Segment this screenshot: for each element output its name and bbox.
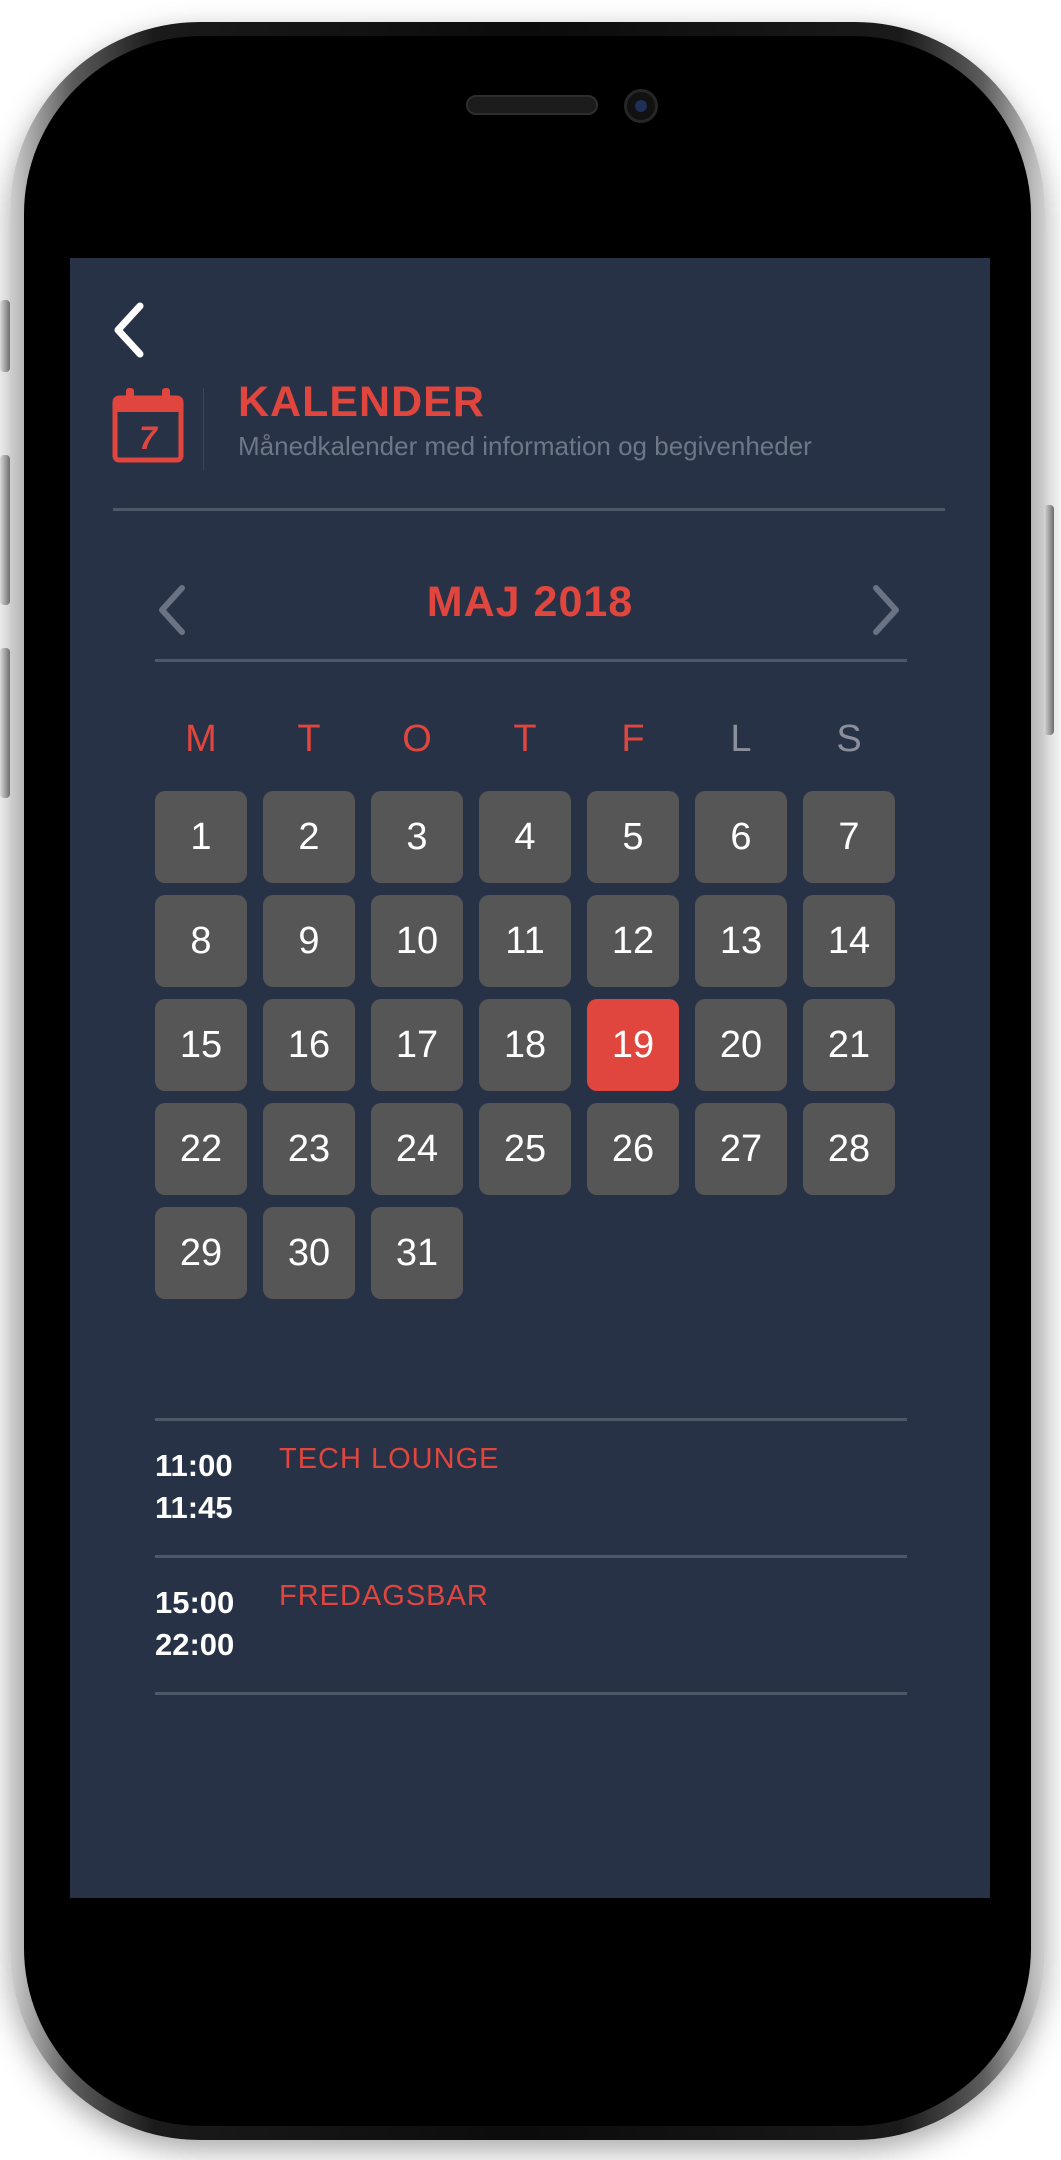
month-label: MAJ 2018	[426, 578, 634, 626]
weekday-label: L	[730, 718, 752, 760]
day-cell[interactable]: 27	[695, 1103, 787, 1195]
header-separator	[113, 508, 945, 511]
day-cell-selected[interactable]: 19	[587, 999, 679, 1091]
event-start-time: 15:00	[155, 1585, 235, 1620]
day-cell[interactable]: 16	[263, 999, 355, 1091]
event-time: 11:00 11:45	[155, 1445, 233, 1529]
header-divider	[203, 388, 204, 470]
day-cell[interactable]: 24	[371, 1103, 463, 1195]
calendar-icon: 7	[112, 386, 184, 464]
day-cell[interactable]: 28	[803, 1103, 895, 1195]
day-cell[interactable]: 12	[587, 895, 679, 987]
event-start-time: 11:00	[155, 1448, 233, 1483]
day-cell[interactable]: 4	[479, 791, 571, 883]
month-separator	[155, 659, 907, 662]
day-cell[interactable]: 5	[587, 791, 679, 883]
day-cell[interactable]: 22	[155, 1103, 247, 1195]
day-cell[interactable]: 30	[263, 1207, 355, 1299]
mute-switch	[0, 300, 10, 372]
weekday-label: F	[621, 718, 645, 760]
day-cell[interactable]: 13	[695, 895, 787, 987]
day-cell[interactable]: 9	[263, 895, 355, 987]
event-time: 15:00 22:00	[155, 1582, 234, 1666]
day-cell[interactable]: 7	[803, 791, 895, 883]
power-button	[1044, 505, 1054, 735]
day-cell[interactable]: 14	[803, 895, 895, 987]
day-cell[interactable]: 6	[695, 791, 787, 883]
day-cell[interactable]: 18	[479, 999, 571, 1091]
next-month-button[interactable]	[866, 580, 906, 640]
chevron-right-icon	[873, 585, 899, 635]
back-button[interactable]	[110, 300, 150, 360]
page-title: KALENDER	[238, 378, 485, 426]
day-cell[interactable]: 26	[587, 1103, 679, 1195]
weekday-label: S	[836, 718, 862, 760]
day-cell[interactable]: 23	[263, 1103, 355, 1195]
app-screen: 7 KALENDER Månedkalender med information…	[70, 258, 990, 1898]
day-cell[interactable]: 31	[371, 1207, 463, 1299]
chevron-left-icon	[114, 302, 144, 358]
event-title: TECH LOUNGE	[279, 1443, 500, 1475]
event-title: FREDAGSBAR	[279, 1580, 489, 1612]
day-cell[interactable]: 17	[371, 999, 463, 1091]
event-item[interactable]: 11:00 11:45 TECH LOUNGE	[155, 1421, 907, 1555]
weekday-label: T	[297, 718, 321, 760]
event-list: 11:00 11:45 TECH LOUNGE 15:00 22:00 FREDAGSBA…	[155, 1418, 907, 1695]
day-cell[interactable]: 21	[803, 999, 895, 1091]
front-camera	[624, 89, 658, 123]
day-grid: 1 2 3 4 5 6 7 8 9 10 11 12 13 14 15 16 17 18 19 20 21 22 23 24 2…	[155, 791, 915, 1311]
day-cell[interactable]: 15	[155, 999, 247, 1091]
day-cell[interactable]: 25	[479, 1103, 571, 1195]
event-end-time: 22:00	[155, 1627, 235, 1662]
event-divider	[155, 1692, 907, 1695]
day-cell[interactable]: 29	[155, 1207, 247, 1299]
day-cell[interactable]: 3	[371, 791, 463, 883]
weekday-label: O	[402, 718, 432, 760]
weekday-header: MTOTFLS	[155, 718, 915, 778]
event-item[interactable]: 15:00 22:00 FREDAGSBAR	[155, 1558, 907, 1692]
event-end-time: 11:45	[155, 1490, 233, 1525]
day-cell[interactable]: 11	[479, 895, 571, 987]
earpiece-speaker	[466, 95, 598, 115]
page-subtitle: Månedkalender med information og begiven…	[238, 431, 812, 461]
day-cell[interactable]: 10	[371, 895, 463, 987]
volume-down-button	[0, 648, 10, 798]
svg-text:7: 7	[139, 420, 159, 456]
day-cell[interactable]: 8	[155, 895, 247, 987]
weekday-label: M	[185, 718, 217, 760]
day-cell[interactable]: 20	[695, 999, 787, 1091]
weekday-label: T	[513, 718, 537, 760]
day-cell[interactable]: 2	[263, 791, 355, 883]
day-cell[interactable]: 1	[155, 791, 247, 883]
volume-up-button	[0, 455, 10, 605]
